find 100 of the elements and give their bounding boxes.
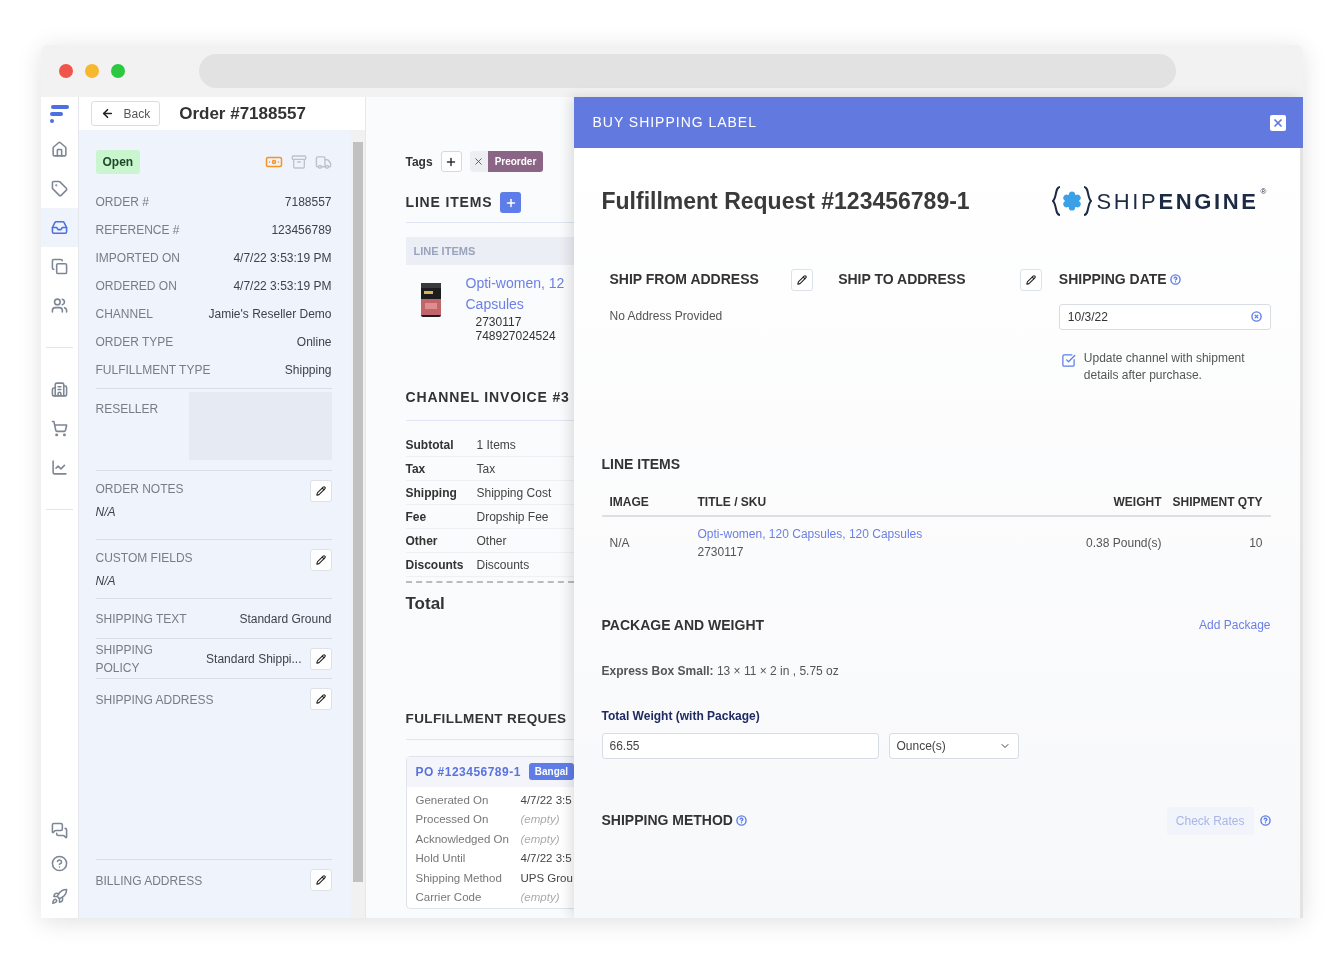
clear-icon[interactable]: [1250, 311, 1262, 322]
section-title: SHIP FROM ADDRESS: [609, 270, 759, 289]
invoice-value: Dropship Fee: [476, 508, 549, 526]
field-label: SHIPPING ADDRESS: [95, 692, 214, 709]
add-line-item-button[interactable]: [500, 192, 522, 213]
section-title: LINE ITEMS: [405, 193, 493, 212]
request-value: (empty): [520, 890, 560, 906]
pencil-icon: [315, 486, 326, 496]
warehouse-badge: Bangal: [528, 763, 574, 781]
total-label: Total: [405, 594, 445, 613]
brand-logo: [49, 104, 69, 123]
plus-icon: [445, 155, 458, 168]
column-header: WEIGHT: [1112, 493, 1162, 511]
request-value: UPS Grou: [520, 870, 573, 886]
section-title: FULFILLMENT REQUES: [405, 710, 567, 726]
field-value: Shipping: [284, 362, 332, 379]
field-label: RESELLER: [95, 401, 160, 418]
arrow-left-icon: [100, 107, 114, 120]
pencil-icon: [315, 653, 326, 664]
product-codes: 2730117 748927024524: [474, 315, 557, 343]
edit-button[interactable]: [309, 869, 332, 891]
field-value: N/A: [95, 573, 117, 590]
tags-label: Tags: [405, 153, 433, 171]
close-window-icon[interactable]: [58, 64, 73, 78]
invoice-label: Tax: [405, 460, 427, 478]
date-field[interactable]: 10/3/22: [1058, 303, 1271, 330]
request-value: 4/7/22 3:5: [520, 792, 572, 808]
section-title: SHIPPING METHOD: [601, 811, 733, 830]
invoice-label: Fee: [405, 508, 428, 526]
pencil-icon: [1025, 274, 1036, 285]
close-icon: [473, 156, 485, 167]
invoice-label: Discounts: [405, 556, 465, 574]
inbox-icon[interactable]: [40, 208, 78, 247]
edit-button[interactable]: [309, 549, 332, 571]
remove-tag-button[interactable]: [469, 151, 488, 172]
invoice-label: Other: [405, 532, 439, 550]
field-value: N/A: [95, 504, 117, 521]
date-value: 10/3/22: [1067, 308, 1108, 326]
help-icon[interactable]: [1259, 815, 1271, 826]
close-icon: [1271, 116, 1284, 129]
help-icon[interactable]: [1169, 274, 1181, 285]
maximize-window-icon[interactable]: [110, 64, 125, 78]
field-value: 4/7/22 3:53:19 PM: [233, 278, 332, 295]
invoice-value: Tax: [476, 460, 496, 478]
help-icon[interactable]: [735, 815, 747, 826]
request-label: Acknowledged On: [415, 831, 510, 847]
section-title: SHIPPING DATE: [1058, 270, 1167, 289]
request-value: 4/7/22 3:5: [520, 851, 572, 867]
add-tag-button[interactable]: [440, 151, 462, 172]
field-label: SHIPPING TEXT: [95, 610, 187, 628]
address-text: No Address Provided: [609, 307, 724, 325]
field-label: ORDER NOTES: [95, 481, 184, 498]
pencil-icon: [315, 694, 326, 704]
plus-icon: [504, 196, 517, 209]
invoice-value: Discounts: [476, 556, 530, 574]
table-header: LINE ITEMS: [405, 237, 574, 265]
field-value: 4/7/22 3:53:19 PM: [233, 250, 332, 267]
edit-button[interactable]: [309, 688, 332, 710]
unit-select[interactable]: Ounce(s): [888, 732, 1019, 759]
field-value: Jamie's Reseller Demo: [208, 306, 332, 323]
field-label: ORDER #: [95, 194, 149, 211]
invoice-label: Subtotal: [405, 436, 455, 454]
dialog-heading: Fulfillment Request #123456789-1: [601, 187, 970, 216]
pencil-icon: [797, 274, 808, 285]
back-button[interactable]: Back: [90, 101, 161, 126]
checkbox-label: Update channel with shipment details after purchase.: [1083, 349, 1246, 384]
package-description: Express Box Small: 13 × 11 × 2 in , 5.75 oz: [601, 662, 840, 680]
product-link[interactable]: Opti-women, 12 Capsules: [465, 273, 565, 315]
pencil-icon: [315, 875, 326, 885]
field-value: 7188557: [284, 194, 332, 211]
tag: Preorder: [487, 151, 544, 172]
pencil-icon: [315, 555, 326, 565]
field-label: CUSTOM FIELDS: [95, 550, 193, 567]
dialog-title: BUY SHIPPING LABEL: [592, 113, 757, 132]
request-label: Carrier Code: [415, 890, 483, 906]
edit-button[interactable]: [791, 268, 814, 291]
weight-label: Total Weight (with Package): [601, 707, 761, 725]
scrollbar-thumb[interactable]: [352, 142, 363, 882]
invoice-label: Shipping: [405, 484, 458, 502]
table-cell-text: N/A: [609, 534, 631, 552]
add-package-link[interactable]: Add Package: [1199, 616, 1271, 634]
close-button[interactable]: [1269, 114, 1286, 131]
table-cell-text: 0.38 Pound(s): [1085, 534, 1162, 552]
weight-input[interactable]: 66.55: [601, 732, 879, 759]
po-number[interactable]: PO #123456789-1: [415, 762, 521, 781]
edit-button[interactable]: [1019, 268, 1042, 291]
invoice-value: 1 Items: [476, 436, 516, 454]
field-label: REFERENCE #: [95, 222, 180, 239]
field-label: ORDER TYPE: [95, 334, 174, 351]
edit-button[interactable]: [309, 647, 332, 670]
request-value: (empty): [520, 812, 560, 828]
request-label: Generated On: [415, 792, 490, 808]
field-value: Online: [296, 334, 332, 351]
invoice-value: Shipping Cost: [476, 484, 552, 502]
field-label: FULFILLMENT TYPE: [95, 362, 211, 379]
product-link[interactable]: Opti-women, 120 Capsules, 120 Capsules: [697, 524, 1062, 543]
edit-button[interactable]: [309, 480, 332, 502]
column-header: TITLE / SKU: [697, 493, 768, 511]
status-badge: Open: [95, 150, 141, 174]
section-title: LINE ITEMS: [601, 454, 682, 474]
